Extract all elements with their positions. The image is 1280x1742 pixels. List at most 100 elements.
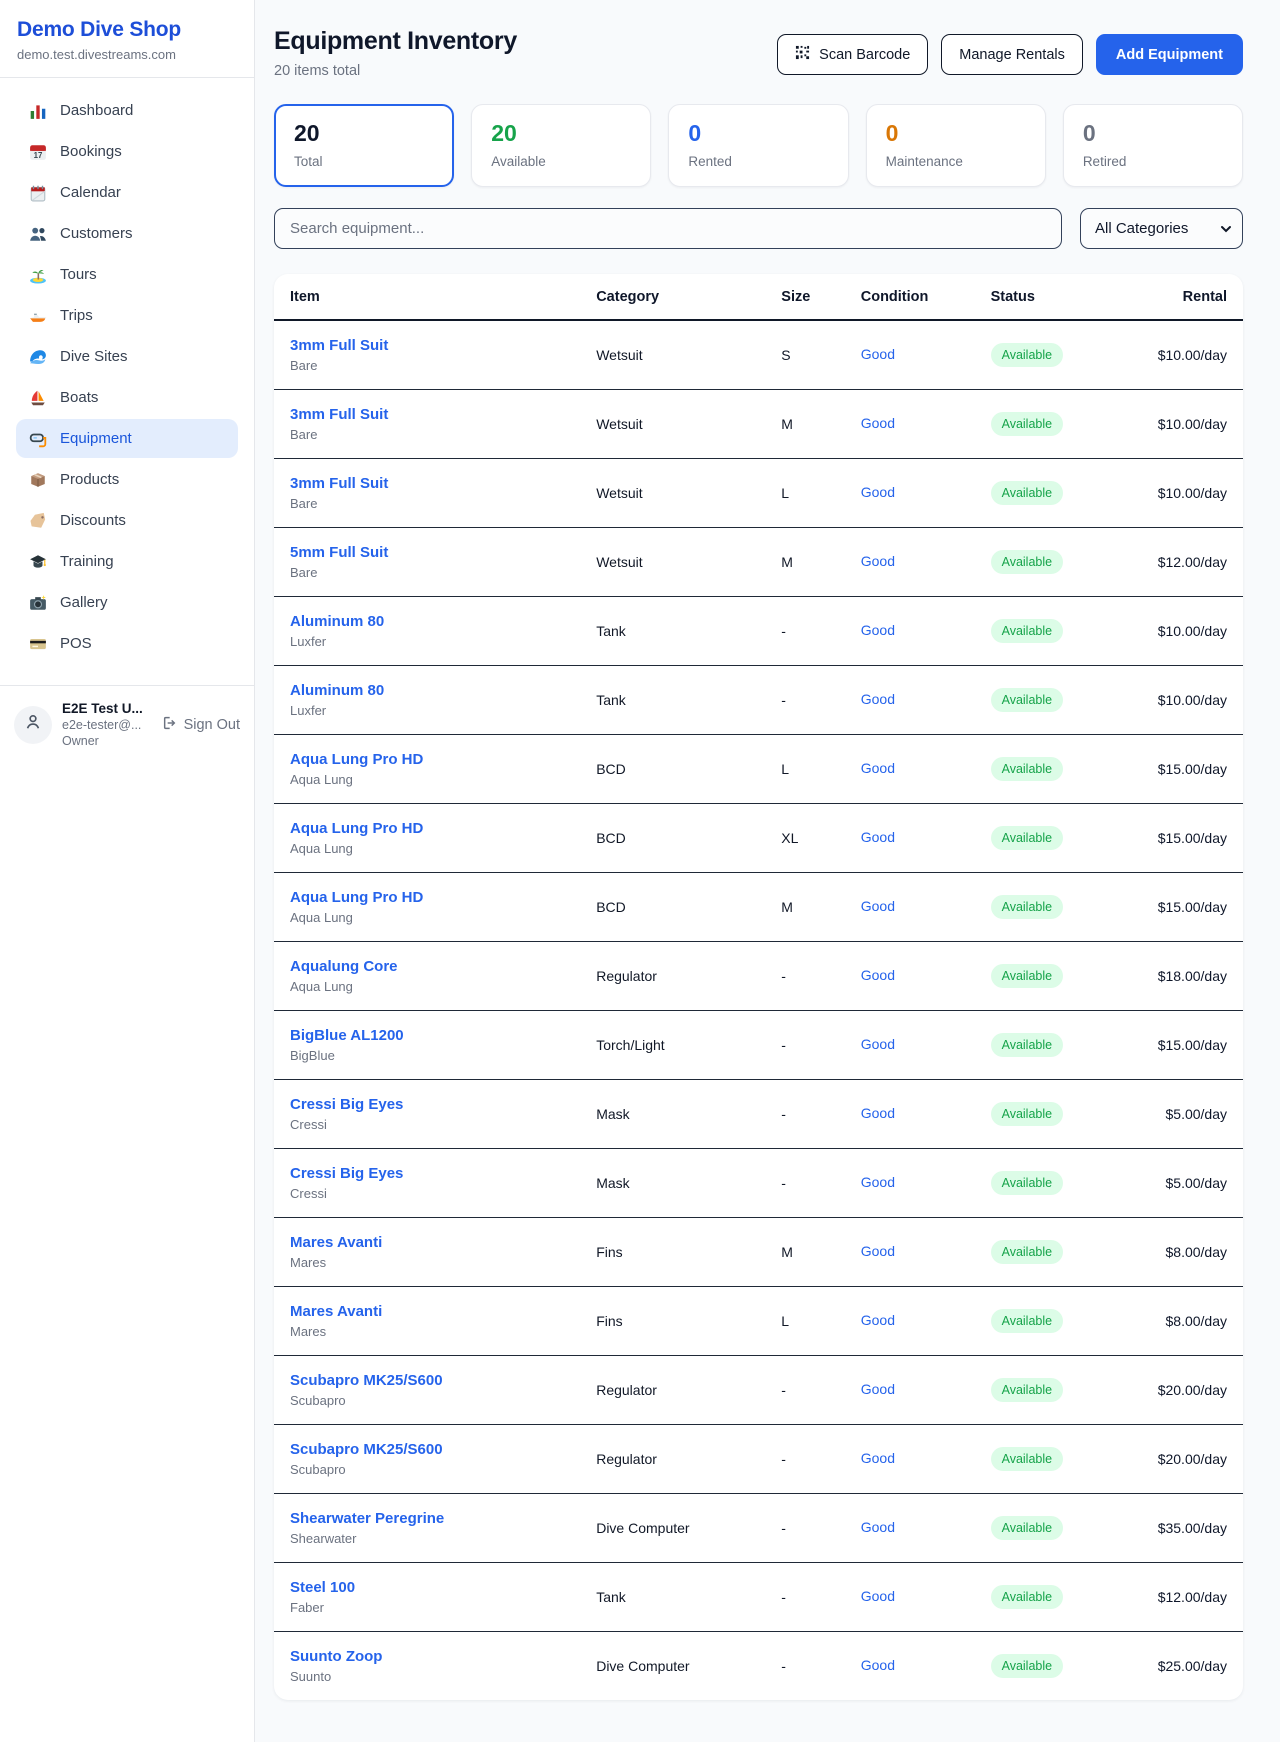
sidebar-item-equipment[interactable]: Equipment	[16, 419, 238, 458]
sidebar-item-calendar[interactable]: Calendar	[16, 173, 238, 212]
condition-link[interactable]: Good	[861, 484, 895, 500]
scan-barcode-button[interactable]: Scan Barcode	[777, 34, 928, 75]
cell-item: Mares Avanti Mares	[274, 1286, 580, 1355]
column-header-rental: Rental	[1120, 274, 1243, 320]
item-name-link[interactable]: Steel 100	[290, 1579, 564, 1596]
item-name-link[interactable]: Cressi Big Eyes	[290, 1165, 564, 1182]
sidebar-item-pos[interactable]: POS	[16, 624, 238, 663]
sidebar-item-bookings[interactable]: 17Bookings	[16, 132, 238, 171]
sidebar-item-label: Training	[60, 553, 114, 570]
item-name-link[interactable]: Mares Avanti	[290, 1234, 564, 1251]
speedboat-icon	[28, 306, 47, 325]
item-name-link[interactable]: Scubapro MK25/S600	[290, 1441, 564, 1458]
logout-icon	[161, 715, 177, 735]
category-select[interactable]: All Categories	[1080, 208, 1243, 249]
cell-rental: $35.00/day	[1120, 1493, 1243, 1562]
item-name-link[interactable]: Shearwater Peregrine	[290, 1510, 564, 1527]
item-name-link[interactable]: Cressi Big Eyes	[290, 1096, 564, 1113]
item-name-link[interactable]: Aqua Lung Pro HD	[290, 889, 564, 906]
sidebar-item-dashboard[interactable]: Dashboard	[16, 91, 238, 130]
stat-card-total[interactable]: 20Total	[274, 104, 454, 187]
item-name-link[interactable]: Aluminum 80	[290, 682, 564, 699]
manage-rentals-button[interactable]: Manage Rentals	[941, 34, 1083, 75]
item-brand: Luxfer	[290, 634, 564, 649]
sidebar-item-dive-sites[interactable]: Dive Sites	[16, 337, 238, 376]
item-name-link[interactable]: 3mm Full Suit	[290, 406, 564, 423]
search-input[interactable]	[274, 208, 1062, 249]
sign-out-button[interactable]: Sign Out	[161, 715, 240, 735]
condition-link[interactable]: Good	[861, 1519, 895, 1535]
condition-link[interactable]: Good	[861, 829, 895, 845]
sidebar-item-tours[interactable]: Tours	[16, 255, 238, 294]
sidebar-item-products[interactable]: Products	[16, 460, 238, 499]
cell-status: Available	[975, 734, 1120, 803]
add-equipment-button[interactable]: Add Equipment	[1096, 34, 1243, 75]
sidebar-item-gallery[interactable]: Gallery	[16, 583, 238, 622]
cell-status: Available	[975, 941, 1120, 1010]
condition-link[interactable]: Good	[861, 1450, 895, 1466]
table-head: ItemCategorySizeConditionStatusRental	[274, 274, 1243, 320]
cell-item: Aqua Lung Pro HDAqua Lung	[274, 872, 580, 941]
condition-link[interactable]: Good	[861, 622, 895, 638]
item-name-link[interactable]: 3mm Full Suit	[290, 337, 564, 354]
cell-item: Aqua Lung Pro HDAqua Lung	[274, 803, 580, 872]
condition-link[interactable]: Good	[861, 967, 895, 983]
cell-item: Mares AvantiMares	[274, 1217, 580, 1286]
item-brand: Suunto	[290, 1669, 564, 1684]
sidebar-item-trips[interactable]: Trips	[16, 296, 238, 335]
item-name-link[interactable]: Mares Avanti	[290, 1303, 564, 1320]
cell-size: L	[765, 734, 844, 803]
item-name-link[interactable]: Aqualung Core	[290, 958, 564, 975]
item-brand: Scubapro	[290, 1393, 564, 1408]
item-name-link[interactable]: 5mm Full Suit	[290, 544, 564, 561]
stat-card-retired[interactable]: 0Retired	[1063, 104, 1243, 187]
condition-link[interactable]: Good	[861, 553, 895, 569]
cell-status: Available	[975, 1424, 1120, 1493]
table-row: 3mm Full SuitBareWetsuitSGoodAvailable$1…	[274, 320, 1243, 389]
condition-link[interactable]: Good	[861, 1588, 895, 1604]
condition-link[interactable]: Good	[861, 1105, 895, 1121]
column-header-status: Status	[975, 274, 1120, 320]
diving-mask-icon	[28, 429, 47, 448]
condition-link[interactable]: Good	[861, 898, 895, 914]
item-name-link[interactable]: Aqua Lung Pro HD	[290, 820, 564, 837]
stat-card-maintenance[interactable]: 0Maintenance	[866, 104, 1046, 187]
cell-status: Available	[975, 665, 1120, 734]
item-name-link[interactable]: BigBlue AL1200	[290, 1027, 564, 1044]
condition-link[interactable]: Good	[861, 1312, 895, 1328]
stat-card-rented[interactable]: 0Rented	[668, 104, 848, 187]
condition-link[interactable]: Good	[861, 1243, 895, 1259]
item-name-link[interactable]: Aqua Lung Pro HD	[290, 751, 564, 768]
item-name-link[interactable]: Scubapro MK25/S600	[290, 1372, 564, 1389]
cell-status: Available	[975, 1079, 1120, 1148]
condition-link[interactable]: Good	[861, 1174, 895, 1190]
item-name-link[interactable]: Aluminum 80	[290, 613, 564, 630]
condition-link[interactable]: Good	[861, 1381, 895, 1397]
cell-category: Regulator	[580, 1355, 765, 1424]
status-badge: Available	[991, 1309, 1064, 1333]
condition-link[interactable]: Good	[861, 1036, 895, 1052]
sidebar-item-boats[interactable]: Boats	[16, 378, 238, 417]
cell-rental: $10.00/day	[1120, 389, 1243, 458]
cell-size: S	[765, 320, 844, 389]
item-brand: Mares	[290, 1324, 564, 1339]
condition-link[interactable]: Good	[861, 1657, 895, 1673]
sidebar-item-training[interactable]: Training	[16, 542, 238, 581]
item-name-link[interactable]: 3mm Full Suit	[290, 475, 564, 492]
condition-link[interactable]: Good	[861, 415, 895, 431]
condition-link[interactable]: Good	[861, 760, 895, 776]
cell-item: 3mm Full SuitBare	[274, 458, 580, 527]
condition-link[interactable]: Good	[861, 346, 895, 362]
cell-condition: Good	[845, 872, 975, 941]
category-select-wrap: All Categories	[1080, 208, 1243, 249]
stat-card-available[interactable]: 20Available	[471, 104, 651, 187]
equipment-table-card: ItemCategorySizeConditionStatusRental 3m…	[274, 274, 1243, 1700]
sidebar-item-discounts[interactable]: Discounts	[16, 501, 238, 540]
equipment-table: ItemCategorySizeConditionStatusRental 3m…	[274, 274, 1243, 1700]
sidebar-item-customers[interactable]: Customers	[16, 214, 238, 253]
status-badge: Available	[991, 412, 1064, 436]
sidebar-item-label: Products	[60, 471, 119, 488]
item-name-link[interactable]: Suunto Zoop	[290, 1648, 564, 1665]
condition-link[interactable]: Good	[861, 691, 895, 707]
cell-size: -	[765, 1631, 844, 1700]
